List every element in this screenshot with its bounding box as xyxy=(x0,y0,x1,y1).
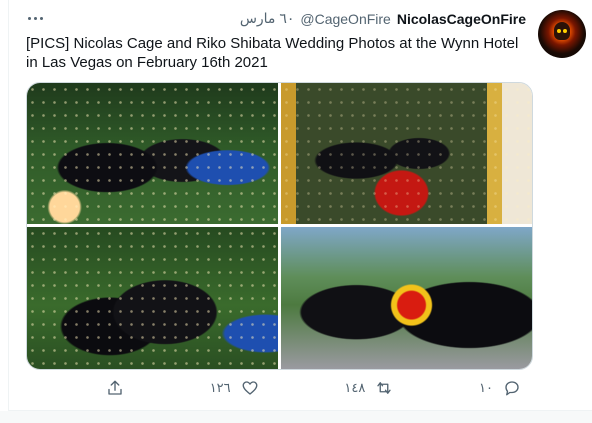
timeline-border-left xyxy=(8,0,9,423)
author-name[interactable]: NicolasCageOnFire xyxy=(397,11,526,27)
retweet-icon xyxy=(377,382,391,394)
heart-icon xyxy=(242,381,258,395)
share-button[interactable] xyxy=(106,379,124,397)
avatar-eye-left xyxy=(557,29,561,33)
photo-grid xyxy=(26,82,533,370)
share-icon xyxy=(108,380,122,395)
photo-4[interactable] xyxy=(281,227,532,369)
reply-icon xyxy=(505,381,519,396)
like-button[interactable]: ١٢٦ xyxy=(210,379,259,397)
retweet-button[interactable]: ١٤٨ xyxy=(344,379,393,397)
avatar-eye-right xyxy=(563,29,567,33)
author-avatar[interactable] xyxy=(538,10,586,58)
reply-button[interactable]: ١٠ xyxy=(479,379,521,397)
tweet-text: [PICS] Nicolas Cage and Riko Shibata Wed… xyxy=(26,35,519,71)
like-count: ١٢٦ xyxy=(209,380,231,395)
author-handle[interactable]: @CageOnFire xyxy=(300,11,390,27)
photo-3[interactable] xyxy=(27,227,278,369)
photo-1-lights xyxy=(27,83,278,224)
more-horizontal-icon[interactable] xyxy=(28,10,46,26)
retweet-count: ١٤٨ xyxy=(344,380,366,395)
tweet-actions: ١٢٦ ١٤٨ ١٠ xyxy=(26,376,531,400)
photo-1[interactable] xyxy=(27,83,278,224)
photo-2[interactable] xyxy=(281,83,532,224)
reply-count: ١٠ xyxy=(479,380,493,395)
tweet-date[interactable]: ٦٠ مارس xyxy=(240,10,295,27)
photo-3-lights xyxy=(27,227,278,369)
photo-2-lights xyxy=(281,83,532,224)
next-tweet-area xyxy=(0,411,592,423)
tweet-header: ٦٠ مارس @CageOnFire NicolasCageOnFire xyxy=(240,10,526,27)
